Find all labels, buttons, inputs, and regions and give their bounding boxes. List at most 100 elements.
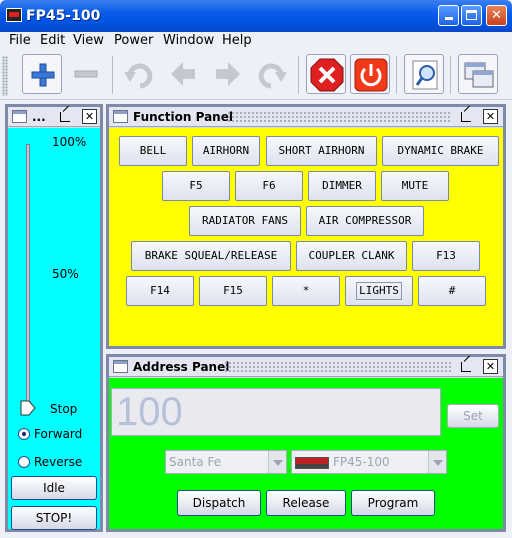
function-button[interactable]: F5 [162,171,230,201]
function-panel-body: BELL AIRHORN SHORT AIRHORN DYNAMIC BRAKE… [109,128,503,346]
frame-close-button[interactable]: ✕ [483,359,498,374]
throttle-frame: ... ✕ 100% 50% Stop Forward Reverse Idle… [5,104,103,532]
roster-group-select[interactable]: Santa Fe [165,450,287,474]
function-panel-titlebar[interactable]: Function Panel ✕ [109,107,503,127]
speed-label-stop: Stop [50,402,78,416]
function-button[interactable]: F14 [126,276,194,306]
iconify-icon [60,112,70,122]
emergency-stop-throttle-button[interactable]: STOP! [11,506,97,530]
function-button-focused[interactable]: LIGHTS [345,276,413,306]
add-icon [31,63,55,87]
toolbar-separator [396,56,397,94]
focus-ring: LIGHTS [356,282,402,300]
minimize-icon [444,17,453,20]
reverse-label: Reverse [34,455,83,469]
train-app-icon [6,8,22,22]
menu-view[interactable]: View [73,33,104,48]
frame-icon [113,110,128,123]
reverse-radio[interactable]: Reverse [18,455,82,469]
redo-button[interactable] [253,54,293,94]
minimize-button[interactable] [438,5,459,26]
throttle-frame-titlebar[interactable]: ... ✕ [8,107,100,127]
close-icon: ✕ [485,360,496,373]
function-button[interactable]: AIRHORN [192,136,260,166]
function-button[interactable]: F15 [199,276,267,306]
function-button[interactable]: F6 [235,171,303,201]
forward-label: Forward [34,427,83,441]
function-panel-frame: Function Panel ✕ BELL AIRHORN SHORT AIRH… [106,104,506,349]
function-button[interactable]: MUTE [381,171,449,201]
toolbar-separator [298,56,299,94]
close-button[interactable]: ✕ [486,5,507,26]
release-button[interactable]: Release [266,490,346,516]
emergency-stop-button[interactable] [306,54,346,94]
function-button[interactable]: SHORT AIRHORN [266,136,377,166]
function-button[interactable]: RADIATOR FANS [189,206,301,236]
address-panel-frame: Address Panel ✕ 100 Set Santa Fe FP45-10… [106,354,506,532]
windows-button[interactable] [458,54,498,94]
menu-window[interactable]: Window [163,33,214,48]
toolbar-separator [112,56,113,94]
roster-entry-value: FP45-100 [333,455,390,469]
idle-button[interactable]: Idle [11,476,97,500]
frame-icon [113,360,128,373]
forward-icon [216,62,240,86]
iconify-button[interactable] [58,109,73,124]
edit-icon [412,60,438,90]
address-panel-titlebar[interactable]: Address Panel ✕ [109,357,503,377]
chevron-down-icon [268,451,286,473]
function-button[interactable]: * [272,276,340,306]
dispatch-button[interactable]: Dispatch [177,490,261,516]
throttle-frame-title: ... [32,110,46,124]
frame-close-button[interactable]: ✕ [483,109,498,124]
iconify-icon [461,362,471,372]
function-button[interactable]: DYNAMIC BRAKE [382,136,499,166]
function-button[interactable]: F13 [412,241,480,271]
remove-icon [74,70,98,78]
menu-bar: File Edit View Power Window Help [0,32,512,50]
edit-button[interactable] [404,54,444,94]
close-icon: ✕ [491,8,502,23]
remove-button[interactable] [66,54,106,94]
windows-icon [464,62,494,88]
address-field[interactable]: 100 [111,388,441,436]
locomotive-icon [295,456,329,469]
maximize-button[interactable] [461,5,482,26]
toolbar-grip[interactable] [2,56,8,96]
function-button[interactable]: # [418,276,486,306]
window-titlebar[interactable]: FP45-100 ✕ [0,0,512,32]
menu-edit[interactable]: Edit [40,33,65,48]
set-button[interactable]: Set [447,404,499,428]
function-button[interactable]: AIR COMPRESSOR [306,206,424,236]
forward-button[interactable] [208,54,248,94]
undo-icon [124,63,153,89]
back-button[interactable] [163,54,203,94]
address-panel-title: Address Panel [133,360,230,374]
maximize-icon [466,10,477,20]
undo-button[interactable] [118,54,158,94]
iconify-icon [461,112,471,122]
roster-entry-select[interactable]: FP45-100 [291,450,447,474]
speed-slider[interactable] [26,144,30,406]
frame-close-button[interactable]: ✕ [82,109,97,124]
function-button[interactable]: BRAKE SQUEAL/RELEASE [131,241,291,271]
menu-file[interactable]: File [9,33,31,48]
iconify-button[interactable] [459,359,474,374]
radio-selected-icon [18,428,30,440]
titlebar-grip [224,361,452,373]
iconify-button[interactable] [459,109,474,124]
program-button[interactable]: Program [351,490,435,516]
speed-label-mid: 50% [52,267,79,281]
add-button[interactable] [22,54,62,94]
forward-radio[interactable]: Forward [18,427,82,441]
speed-slider-thumb[interactable] [20,400,36,416]
roster-group-value: Santa Fe [169,455,222,469]
close-icon: ✕ [485,110,496,123]
function-button[interactable]: DIMMER [308,171,376,201]
menu-power[interactable]: Power [114,33,153,48]
menu-help[interactable]: Help [222,33,252,48]
function-button[interactable]: BELL [119,136,187,166]
toolbar [0,50,512,100]
power-button[interactable] [350,54,390,94]
function-button[interactable]: COUPLER CLANK [296,241,407,271]
